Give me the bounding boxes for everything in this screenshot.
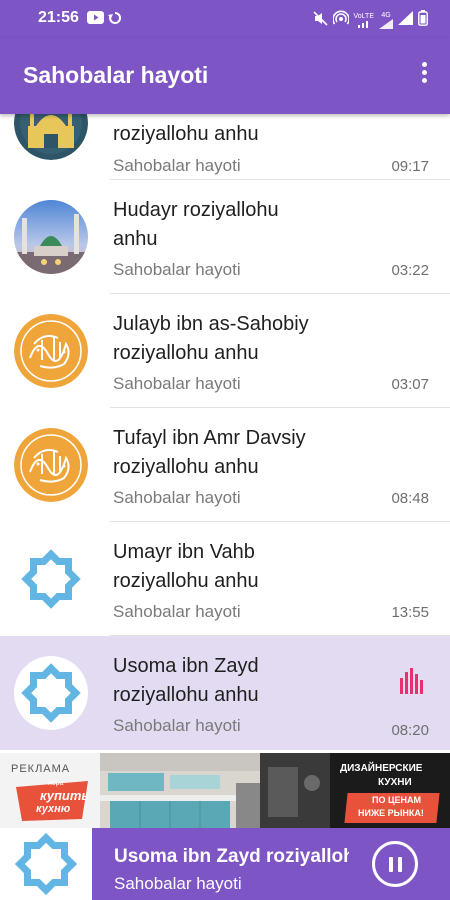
blue-star-icon bbox=[14, 656, 88, 730]
track-row[interactable]: Julayb ibn as-Sahobiy roziyallohu anhu S… bbox=[0, 294, 450, 408]
now-playing-info[interactable]: Usoma ibn Zayd roziyallohu anhu Sahobala… bbox=[92, 828, 450, 900]
track-subtitle: Sahobalar hayoti bbox=[113, 374, 241, 393]
ad-headline-1: ДИЗАЙНЕРСКИЕ bbox=[340, 763, 423, 774]
track-row-active[interactable]: Usoma ibn Zayd roziyallohu anhu Sahobala… bbox=[0, 636, 450, 750]
mute-icon bbox=[312, 10, 328, 31]
track-duration: 13:55 bbox=[391, 604, 429, 621]
youtube-icon bbox=[87, 11, 104, 30]
sync-icon bbox=[108, 11, 122, 30]
more-vert-icon[interactable] bbox=[416, 62, 432, 90]
app-title: Sahobalar hayoti bbox=[23, 62, 209, 88]
volte-label: VoLTE bbox=[353, 13, 375, 20]
now-playing-title: Usoma ibn Zayd roziyallohu anhu bbox=[114, 846, 349, 867]
track-title-line2: roziyallohu anhu bbox=[113, 570, 259, 592]
blue-star-icon bbox=[0, 828, 92, 900]
track-duration: 03:07 bbox=[391, 376, 429, 393]
ad-kitchen-image bbox=[100, 753, 260, 829]
track-list[interactable]: roziyallohu anhu Sahobalar hayoti 09:17 bbox=[0, 114, 450, 750]
track-row[interactable]: Umayr ibn Vahb roziyallohu anhu Sahobala… bbox=[0, 522, 450, 636]
blue-star-icon bbox=[14, 542, 88, 616]
mosque-photo-icon bbox=[14, 200, 88, 274]
status-bar: 21:56 VoLTE 4G bbox=[0, 0, 450, 38]
ad-logo-line2: кухню bbox=[36, 803, 71, 815]
calligraphy-medallion-icon bbox=[14, 314, 88, 388]
app-bar: Sahobalar hayoti bbox=[0, 38, 450, 114]
ad-banner[interactable]: РЕКЛАМА пора купить кухню ДИЗАЙНЕРСКИЕ К… bbox=[0, 753, 450, 829]
hotspot-icon bbox=[331, 10, 350, 31]
track-subtitle: Sahobalar hayoti bbox=[113, 260, 241, 279]
ad-logo-small: пора bbox=[48, 780, 64, 787]
track-subtitle: Sahobalar hayoti bbox=[113, 156, 241, 175]
track-subtitle: Sahobalar hayoti bbox=[113, 716, 241, 735]
ad-label: РЕКЛАМА bbox=[11, 763, 71, 775]
ad-headline-2: КУХНИ bbox=[378, 777, 412, 788]
ad-logo-block: РЕКЛАМА пора купить кухню bbox=[0, 753, 100, 829]
calligraphy-medallion-icon bbox=[14, 428, 88, 502]
track-subtitle: Sahobalar hayoti bbox=[113, 602, 241, 621]
battery-icon bbox=[418, 10, 428, 31]
track-duration: 09:17 bbox=[391, 158, 429, 175]
track-duration: 08:20 bbox=[391, 722, 429, 739]
track-duration: 08:48 bbox=[391, 490, 429, 507]
equalizer-icon bbox=[399, 668, 425, 694]
track-duration: 03:22 bbox=[391, 262, 429, 279]
mosque-night-icon bbox=[14, 114, 88, 160]
now-playing-subtitle: Sahobalar hayoti bbox=[114, 874, 242, 893]
track-title-line2: roziyallohu anhu bbox=[113, 456, 259, 478]
track-row[interactable]: Tufayl ibn Amr Davsiy roziyallohu anhu S… bbox=[0, 408, 450, 522]
ad-text-block: ДИЗАЙНЕРСКИЕ КУХНИ ПО ЦЕНАМ НИЖЕ РЫНКА! bbox=[260, 753, 450, 829]
track-title-line2: roziyallohu anhu bbox=[113, 684, 259, 706]
lte-label: 4G bbox=[381, 12, 391, 19]
volte-icon: VoLTE bbox=[353, 13, 375, 28]
ad-price-1: ПО ЦЕНАМ bbox=[372, 795, 422, 805]
track-row[interactable]: roziyallohu anhu Sahobalar hayoti 09:17 bbox=[0, 114, 450, 180]
track-title: Tufayl ibn Amr Davsiy bbox=[113, 427, 306, 449]
ad-price-2: НИЖЕ РЫНКА! bbox=[358, 808, 424, 818]
track-title: Umayr ibn Vahb bbox=[113, 541, 255, 563]
track-title: Julayb ibn as-Sahobiy bbox=[113, 313, 309, 335]
track-title-line2: roziyallohu anhu bbox=[113, 342, 259, 364]
pause-icon bbox=[389, 857, 393, 872]
now-playing-bar[interactable]: Usoma ibn Zayd roziyallohu anhu Sahobala… bbox=[0, 828, 450, 900]
track-title: roziyallohu anhu bbox=[113, 123, 259, 145]
track-row[interactable]: Hudayr roziyallohu anhu Sahobalar hayoti… bbox=[0, 180, 450, 294]
wifi-signal-icon bbox=[398, 11, 413, 30]
ad-logo-line1: купить bbox=[40, 788, 90, 803]
track-title-line2: anhu bbox=[113, 228, 158, 250]
track-title: Hudayr roziyallohu bbox=[113, 199, 279, 221]
status-time: 21:56 bbox=[38, 9, 79, 26]
track-title: Usoma ibn Zayd bbox=[113, 655, 259, 677]
pause-button[interactable] bbox=[372, 841, 418, 887]
signal-icon: 4G bbox=[379, 12, 393, 29]
track-subtitle: Sahobalar hayoti bbox=[113, 488, 241, 507]
